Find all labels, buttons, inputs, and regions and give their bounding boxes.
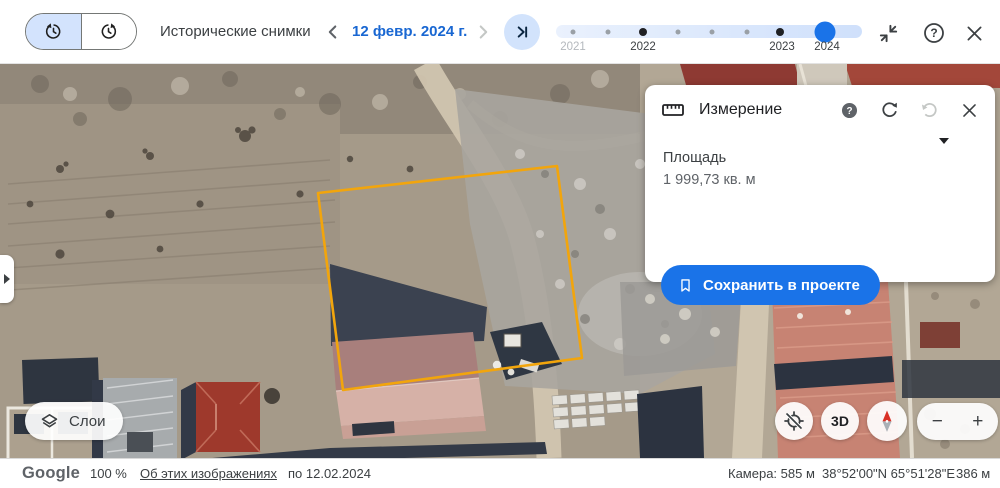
chevron-right-icon — [479, 25, 488, 39]
imagery-attribution-link[interactable]: Об этих изображениях — [140, 466, 277, 481]
svg-text:?: ? — [930, 26, 937, 40]
help-outline-icon: ? — [924, 23, 944, 43]
status-bar: Google 100 % Об этих изображениях по 12.… — [0, 458, 1000, 488]
layers-button[interactable]: Слои — [25, 402, 124, 440]
zoom-level-label: 100 % — [90, 466, 127, 481]
collapse-icon — [879, 24, 897, 42]
measurement-panel-title: Измерение — [699, 101, 783, 118]
3d-view-button[interactable]: 3D — [821, 402, 859, 440]
bookmark-icon — [681, 278, 690, 292]
measure-restart-button[interactable] — [877, 98, 901, 122]
refresh-icon — [881, 101, 897, 117]
undo-icon — [921, 102, 937, 117]
close-icon — [962, 103, 976, 117]
svg-text:?: ? — [846, 105, 852, 116]
ruler-icon — [662, 104, 684, 116]
layers-icon — [41, 413, 58, 428]
timeline-year-label: 2021 — [560, 41, 586, 53]
skip-to-latest-icon — [517, 26, 528, 38]
save-to-project-button[interactable]: Сохранить в проекте — [661, 265, 880, 305]
my-location-button[interactable] — [775, 402, 813, 440]
imagery-time-toggle — [25, 13, 137, 50]
measure-help-button[interactable]: ? — [837, 98, 861, 122]
previous-snapshot-button[interactable] — [322, 21, 344, 43]
snapshot-date[interactable]: 12 февр. 2024 г. — [352, 23, 467, 40]
timeline-dot[interactable] — [675, 29, 681, 34]
timeline-dot[interactable] — [709, 29, 715, 34]
layers-button-label: Слои — [69, 412, 106, 430]
close-historical-imagery-button[interactable] — [960, 19, 988, 47]
latest-imagery-toggle[interactable] — [80, 14, 136, 49]
timeline-year-label: 2024 — [814, 41, 840, 53]
location-disabled-icon — [784, 411, 804, 431]
ground-elevation-label: 386 м — [956, 466, 991, 481]
units-dropdown-caret[interactable] — [939, 138, 949, 144]
zoom-in-button[interactable]: + — [958, 403, 999, 440]
history-back-icon — [45, 23, 61, 39]
compass-needle-icon — [882, 410, 892, 432]
historical-imagery-toggle[interactable] — [26, 14, 81, 49]
coordinates-label: 38°52'00"N 65°51'28"E — [822, 466, 956, 481]
zoom-out-button[interactable]: − — [917, 403, 958, 440]
timeline-year-label: 2022 — [630, 41, 656, 53]
skip-to-latest-button[interactable] — [504, 14, 540, 50]
help-filled-icon: ? — [841, 102, 857, 118]
area-value: 1 999,73 кв. м — [663, 172, 756, 188]
measure-undo-button[interactable] — [917, 98, 941, 122]
timeline-dot[interactable] — [776, 27, 784, 36]
timeline-dot[interactable] — [570, 29, 576, 34]
area-label: Площадь — [663, 150, 727, 166]
measure-close-button[interactable] — [957, 98, 981, 122]
next-snapshot-button[interactable] — [472, 21, 494, 43]
toolbar-title: Исторические снимки — [160, 23, 311, 40]
historical-imagery-toolbar: Исторические снимки 12 февр. 2024 г. ? 2… — [0, 0, 1000, 64]
google-logo: Google — [22, 464, 81, 482]
collapse-toolbar-button[interactable] — [874, 19, 902, 47]
history-forward-icon — [101, 23, 117, 39]
timeline-year-label: 2023 — [769, 41, 795, 53]
timeline-dot[interactable] — [744, 29, 750, 34]
expand-side-panel-handle[interactable] — [0, 255, 14, 303]
chevron-left-icon — [328, 25, 337, 39]
imagery-date-label: по 12.02.2024 — [288, 466, 371, 481]
3d-view-label: 3D — [831, 413, 849, 429]
google-earth-window: Слои 3D − + Измерение ? Площадь 1 999,73… — [0, 0, 1000, 488]
chevron-right-icon — [4, 274, 10, 284]
timeline-dot[interactable] — [639, 27, 647, 36]
compass-button[interactable] — [867, 401, 907, 441]
zoom-control: − + — [917, 403, 998, 440]
close-icon — [967, 26, 981, 40]
timeline-dot[interactable] — [605, 29, 611, 34]
help-button[interactable]: ? — [920, 19, 948, 47]
measurement-panel: Измерение ? Площадь 1 999,73 кв. м Сохра… — [645, 85, 995, 305]
camera-altitude-label: Камера: 585 м — [728, 466, 815, 481]
timeline-dot-selected[interactable] — [814, 21, 836, 42]
save-to-project-label: Сохранить в проекте — [703, 276, 860, 294]
